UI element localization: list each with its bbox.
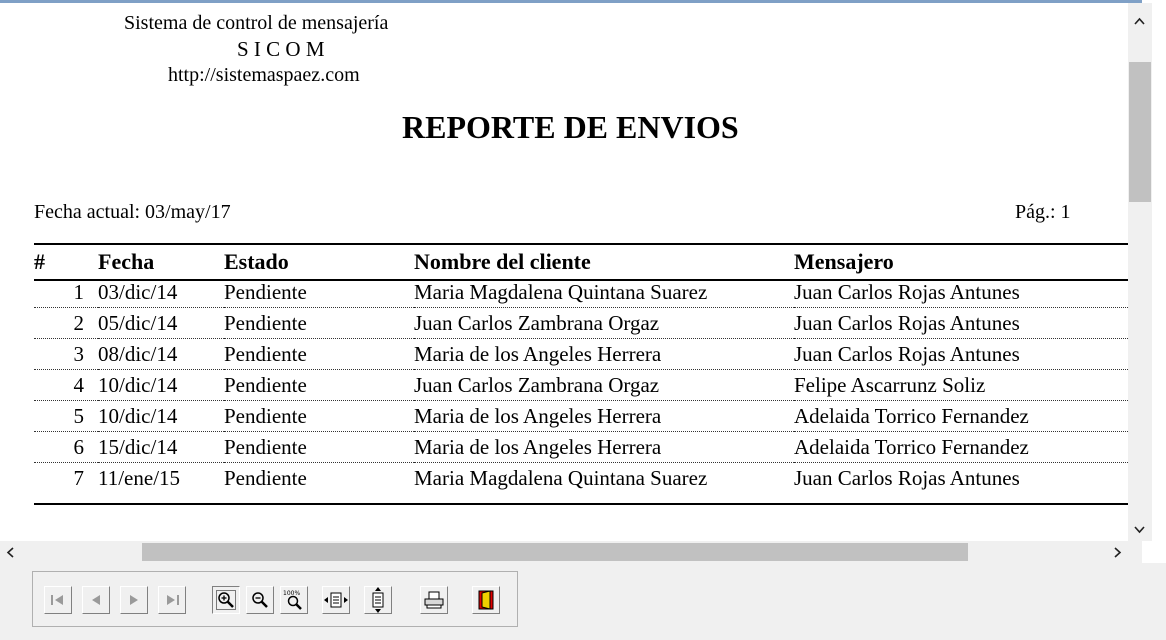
table-row: 6 15/dic/14 Pendiente Maria de los Angel… — [34, 431, 1128, 463]
column-header-client: Nombre del cliente — [414, 249, 591, 274]
table-header-row: # Fecha Estado Nombre del cliente Mensaj… — [34, 247, 1128, 277]
zoom-in-icon — [216, 590, 236, 610]
row-date: 05/dic/14 — [98, 307, 224, 339]
zoom-100-button[interactable]: 100% — [280, 586, 308, 614]
row-date: 03/dic/14 — [98, 277, 224, 308]
row-client: Maria Magdalena Quintana Suarez — [414, 277, 794, 308]
row-status: Pendiente — [224, 338, 414, 370]
row-date: 08/dic/14 — [98, 338, 224, 370]
row-number: 3 — [34, 338, 98, 370]
print-icon — [424, 591, 444, 609]
next-page-icon — [127, 593, 141, 607]
row-status: Pendiente — [224, 307, 414, 339]
row-courier: Juan Carlos Rojas Antunes — [794, 338, 1128, 370]
exit-button[interactable] — [472, 586, 500, 614]
first-page-icon — [49, 593, 67, 607]
row-number: 2 — [34, 307, 98, 339]
vertical-scroll-thumb[interactable] — [1129, 62, 1151, 202]
report-title: REPORTE DE ENVIOS — [402, 109, 739, 145]
row-courier: Juan Carlos Rojas Antunes — [794, 307, 1128, 339]
row-date: 10/dic/14 — [98, 369, 224, 401]
table-bottom-rule — [34, 503, 1128, 505]
row-courier: Adelaida Torrico Fernandez — [794, 431, 1128, 463]
current-date: Fecha actual: 03/may/17 — [34, 201, 231, 223]
row-number: 6 — [34, 431, 98, 463]
row-client: Maria Magdalena Quintana Suarez — [414, 465, 708, 490]
row-courier: Felipe Ascarrunz Soliz — [794, 369, 1128, 401]
row-date: 15/dic/14 — [98, 431, 224, 463]
row-number: 4 — [34, 369, 98, 401]
row-courier: Adelaida Torrico Fernandez — [794, 400, 1128, 432]
row-status: Pendiente — [224, 369, 414, 401]
row-client: Maria de los Angeles Herrera — [414, 431, 794, 463]
table-row: 1 03/dic/14 Pendiente Maria Magdalena Qu… — [34, 277, 1128, 308]
page-width-icon — [324, 591, 348, 609]
table-row: 4 10/dic/14 Pendiente Juan Carlos Zambra… — [34, 369, 1128, 401]
row-client: Maria de los Angeles Herrera — [414, 400, 794, 432]
table-row: 7 11/ene/15 Pendiente Maria Magdalena Qu… — [34, 463, 1128, 494]
row-client: Juan Carlos Zambrana Orgaz — [414, 369, 794, 401]
company-name: S I C O M — [237, 37, 325, 61]
row-courier: Juan Carlos Rojas Antunes — [794, 277, 1128, 308]
row-client: Maria de los Angeles Herrera — [414, 338, 794, 370]
row-number: 1 — [34, 277, 98, 308]
row-date: 11/ene/15 — [98, 465, 181, 490]
row-status: Pendiente — [224, 277, 414, 308]
row-number: 7 — [73, 465, 85, 490]
table-row: 3 08/dic/14 Pendiente Maria de los Angel… — [34, 338, 1128, 370]
report-page: Sistema de control de mensajería S I C O… — [0, 3, 1128, 541]
scroll-left-icon[interactable] — [6, 547, 14, 562]
row-status: Pendiente — [224, 400, 414, 432]
zoom-in-button[interactable] — [212, 586, 240, 614]
whole-page-button[interactable] — [364, 586, 392, 614]
table-top-rule — [34, 243, 1128, 245]
prev-page-icon — [89, 593, 103, 607]
company-line: Sistema de control de mensajería — [124, 12, 389, 34]
column-header-date: Fecha — [98, 249, 155, 274]
last-page-button[interactable] — [158, 586, 186, 614]
scroll-down-icon[interactable] — [1134, 523, 1145, 538]
scroll-up-icon[interactable] — [1134, 14, 1145, 29]
row-date: 10/dic/14 — [98, 400, 224, 432]
zoom-out-icon — [250, 590, 270, 610]
column-header-number: # — [34, 249, 45, 274]
page-number: Pág.: 1 — [1015, 201, 1071, 223]
whole-page-icon — [370, 587, 386, 613]
horizontal-scroll-thumb[interactable] — [142, 543, 968, 561]
shipments-table: # Fecha Estado Nombre del cliente Mensaj… — [34, 247, 1128, 493]
zoom-out-button[interactable] — [246, 586, 274, 614]
row-number: 5 — [34, 400, 98, 432]
scroll-right-icon[interactable] — [1114, 547, 1122, 562]
row-status: Pendiente — [224, 465, 307, 490]
row-courier: Juan Carlos Rojas Antunes — [794, 465, 1020, 490]
first-page-button[interactable] — [44, 586, 72, 614]
table-row: 5 10/dic/14 Pendiente Maria de los Angel… — [34, 400, 1128, 432]
zoom-100-icon: 100% — [283, 589, 305, 611]
last-page-icon — [163, 593, 181, 607]
row-status: Pendiente — [224, 431, 414, 463]
next-page-button[interactable] — [120, 586, 148, 614]
print-button[interactable] — [420, 586, 448, 614]
page-width-button[interactable] — [322, 586, 350, 614]
previous-page-button[interactable] — [82, 586, 110, 614]
column-header-status: Estado — [224, 249, 289, 274]
table-row: 2 05/dic/14 Pendiente Juan Carlos Zambra… — [34, 307, 1128, 339]
exit-icon — [478, 590, 494, 610]
column-header-courier: Mensajero — [794, 249, 894, 274]
row-client: Juan Carlos Zambrana Orgaz — [414, 307, 794, 339]
company-url: http://sistemaspaez.com — [168, 64, 360, 86]
